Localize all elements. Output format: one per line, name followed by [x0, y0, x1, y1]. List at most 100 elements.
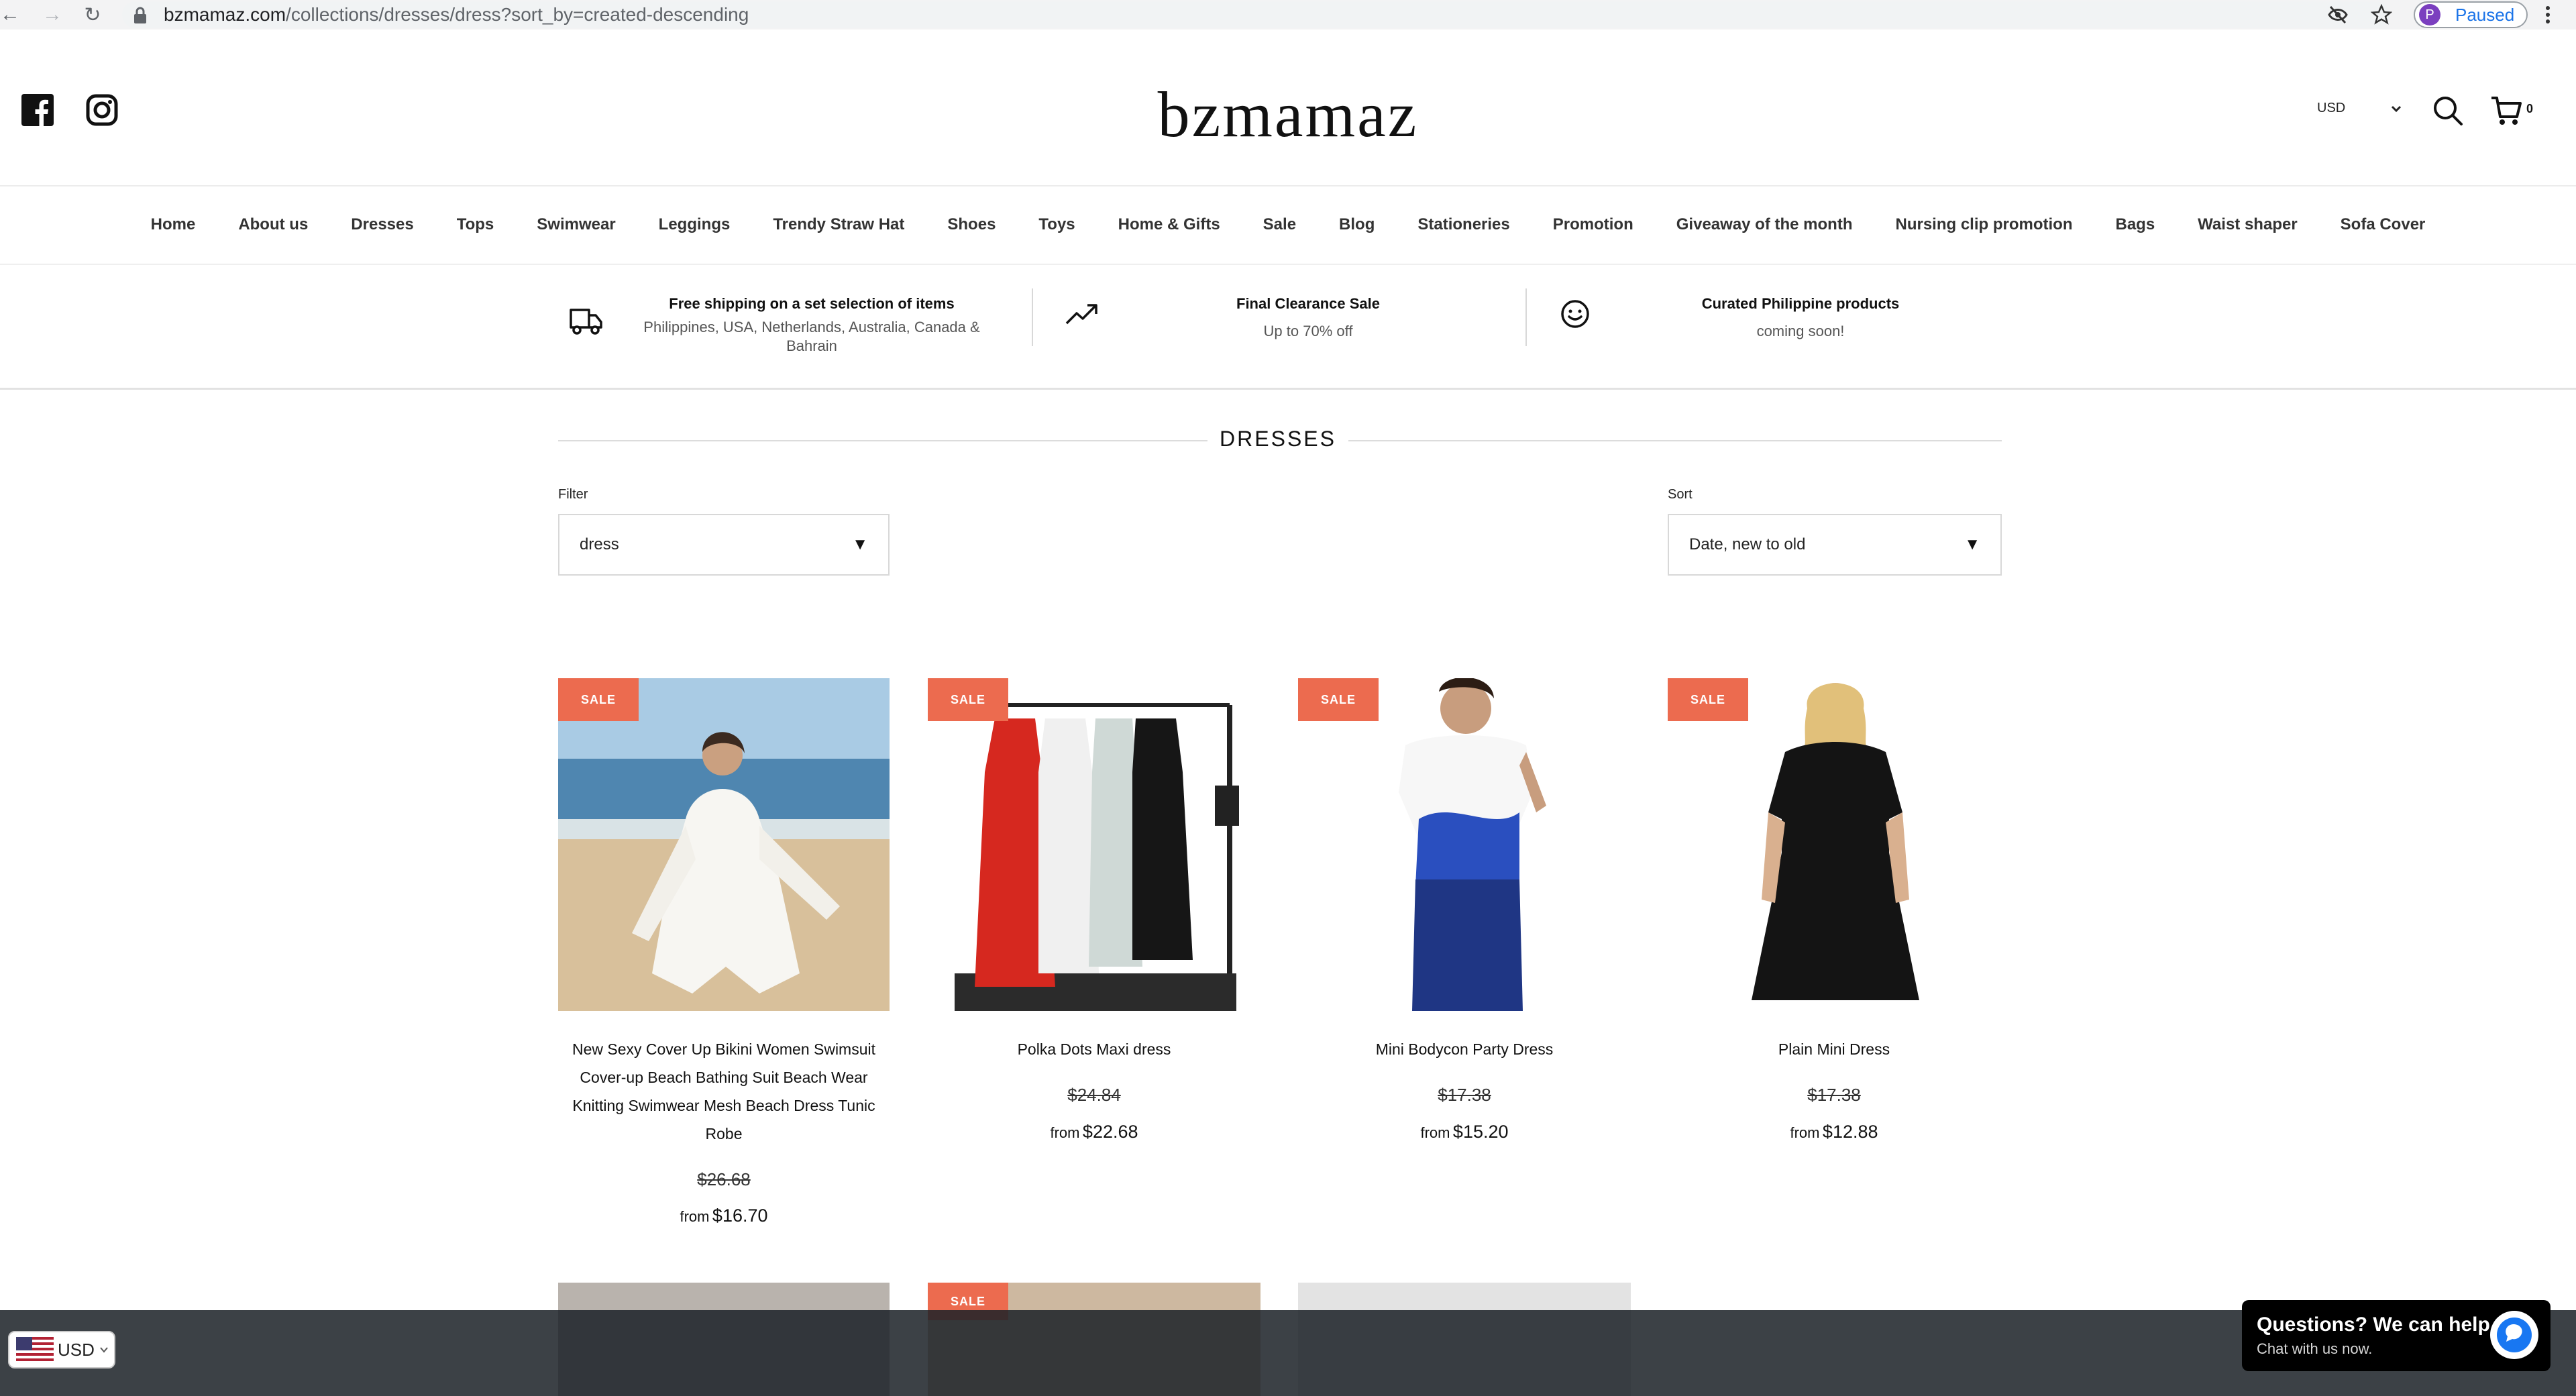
nav-item-giveaway[interactable]: Giveaway of the month — [1676, 215, 1853, 234]
sort-value: Date, new to old — [1689, 535, 1806, 553]
truck-icon — [570, 309, 602, 335]
nav-item-bags[interactable]: Bags — [2115, 215, 2155, 234]
feature-subtitle: Up to 70% off — [1263, 323, 1353, 339]
chat-widget[interactable]: Questions? We can help. Chat with us now… — [2242, 1300, 2551, 1371]
lock-icon — [134, 7, 146, 23]
nav-item-stationeries[interactable]: Stationeries — [1417, 215, 1509, 234]
nav-item-leggings[interactable]: Leggings — [659, 215, 731, 234]
cookie-overlay — [0, 1310, 2576, 1396]
chat-subtitle: Chat with us now. — [2257, 1340, 2373, 1357]
star-icon[interactable] — [2371, 4, 2392, 25]
nav-item-nursing-clip[interactable]: Nursing clip promotion — [1895, 215, 2072, 234]
site-logo[interactable]: bzmamaz — [0, 77, 2576, 152]
sale-badge: SALE — [558, 678, 639, 721]
product-price: from $12.88 — [1668, 1122, 2000, 1142]
chevron-down-icon — [100, 1347, 108, 1353]
filter-value: dress — [580, 535, 619, 553]
collection-title: DRESSES — [1220, 427, 1336, 451]
nav-item-promotion[interactable]: Promotion — [1553, 215, 1633, 234]
nav-item-tops[interactable]: Tops — [457, 215, 494, 234]
feature-divider — [1525, 288, 1527, 346]
url-text[interactable]: bzmamaz.com/collections/dresses/dress?so… — [164, 0, 749, 30]
product-photo — [1752, 683, 1919, 1000]
back-icon[interactable]: ← — [0, 0, 20, 30]
product-image[interactable] — [928, 678, 1260, 1011]
price-amount: $22.68 — [1082, 1122, 1138, 1142]
kebab-menu-icon[interactable] — [2542, 3, 2553, 27]
profile-button[interactable]: P Paused — [2414, 1, 2528, 28]
sort-label: Sort — [1668, 487, 1693, 502]
product-photo — [1399, 678, 1546, 1011]
product-image[interactable] — [1298, 678, 1631, 1011]
filter-select[interactable]: dress ▼ — [558, 514, 890, 576]
currency-converter[interactable]: USD — [8, 1331, 115, 1368]
nav-item-blog[interactable]: Blog — [1339, 215, 1375, 234]
profile-avatar: P — [2419, 4, 2440, 25]
product-name[interactable]: New Sexy Cover Up Bikini Women Swimsuit … — [558, 1035, 890, 1148]
price-amount: $15.20 — [1452, 1122, 1509, 1142]
product-price: from $22.68 — [928, 1122, 1260, 1142]
messenger-icon — [2497, 1318, 2532, 1352]
product-image[interactable] — [558, 678, 890, 1011]
nav-item-dresses[interactable]: Dresses — [351, 215, 413, 234]
cart-count: 0 — [2526, 102, 2534, 115]
nav-item-sale[interactable]: Sale — [1263, 215, 1296, 234]
compare-price: $26.68 — [697, 1169, 751, 1189]
from-label: from — [1790, 1124, 1820, 1141]
product-price: from $16.70 — [558, 1205, 890, 1226]
nav-item-home[interactable]: Home — [151, 215, 196, 234]
nav-item-toys[interactable]: Toys — [1038, 215, 1075, 234]
feature-title: Curated Philippine products — [1701, 295, 1900, 312]
nav-item-swimwear[interactable]: Swimwear — [537, 215, 615, 234]
from-label: from — [1420, 1124, 1450, 1141]
url-host: bzmamaz.com — [164, 4, 286, 25]
nav-item-trendy-straw-hat[interactable]: Trendy Straw Hat — [773, 215, 904, 234]
trending-up-icon — [1065, 304, 1097, 325]
eye-off-icon[interactable] — [2328, 5, 2348, 24]
url-path: /collections/dresses/dress?sort_by=creat… — [286, 4, 749, 25]
currency-select[interactable]: USD — [2317, 101, 2345, 116]
us-flag-icon — [16, 1337, 54, 1362]
feature-divider — [1032, 288, 1033, 346]
caret-down-icon: ▼ — [852, 535, 868, 553]
title-rule-right — [1348, 440, 2002, 441]
sale-badge: SALE — [1298, 678, 1379, 721]
sale-badge: SALE — [1668, 678, 1748, 721]
title-rule-left — [558, 440, 1208, 441]
price-amount: $16.70 — [712, 1205, 768, 1226]
from-label: from — [1050, 1124, 1080, 1141]
browser-toolbar: ← → ↻ bzmamaz.com/collections/dresses/dr… — [0, 0, 2576, 30]
nav-item-shoes[interactable]: Shoes — [947, 215, 996, 234]
profile-status: Paused — [2455, 4, 2515, 25]
reload-icon[interactable]: ↻ — [78, 0, 107, 30]
chat-button[interactable] — [2490, 1311, 2538, 1359]
from-label: from — [680, 1208, 710, 1225]
nav-divider — [0, 264, 2576, 265]
cart-icon[interactable] — [2490, 95, 2522, 126]
feature-bar-divider — [0, 388, 2576, 390]
nav-item-about-us[interactable]: About us — [238, 215, 308, 234]
chevron-down-icon[interactable] — [2388, 101, 2404, 117]
compare-price: $24.84 — [1067, 1085, 1121, 1105]
search-icon[interactable] — [2432, 95, 2463, 126]
nav-item-waist-shaper[interactable]: Waist shaper — [2198, 215, 2298, 234]
product-name[interactable]: Plain Mini Dress — [1668, 1035, 2000, 1063]
nav-item-home-gifts[interactable]: Home & Gifts — [1118, 215, 1220, 234]
product-photo — [955, 703, 1239, 1011]
compare-price: $17.38 — [1438, 1085, 1491, 1105]
product-name[interactable]: Polka Dots Maxi dress — [928, 1035, 1260, 1063]
forward-icon[interactable]: → — [39, 0, 66, 30]
sort-select[interactable]: Date, new to old ▼ — [1668, 514, 2002, 576]
compare-price: $17.38 — [1807, 1085, 1861, 1105]
price-amount: $12.88 — [1822, 1122, 1878, 1142]
product-image[interactable] — [1668, 678, 2000, 1011]
main-nav: Home About us Dresses Tops Swimwear Legg… — [0, 186, 2576, 263]
product-photo — [558, 678, 890, 1011]
sale-badge: SALE — [928, 678, 1008, 721]
feature-subtitle: Philippines, USA, Netherlands, Australia… — [643, 319, 980, 354]
nav-item-sofa-cover[interactable]: Sofa Cover — [2341, 215, 2426, 234]
product-name[interactable]: Mini Bodycon Party Dress — [1298, 1035, 1631, 1063]
currency-code: USD — [58, 1339, 95, 1360]
feature-title: Final Clearance Sale — [1236, 295, 1380, 312]
feature-subtitle: coming soon! — [1756, 323, 1845, 339]
